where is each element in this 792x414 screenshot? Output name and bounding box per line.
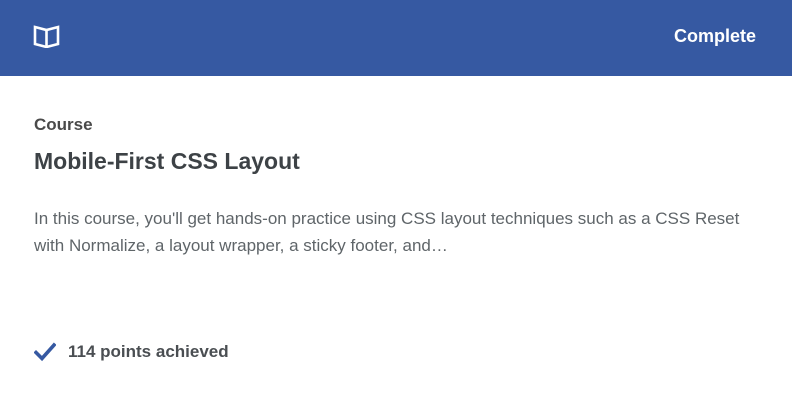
course-title[interactable]: Mobile-First CSS Layout xyxy=(34,146,300,176)
checkmark-icon xyxy=(34,342,56,362)
course-card[interactable]: Complete Course Mobile-First CSS Layout … xyxy=(0,0,792,414)
course-description: In this course, you'll get hands-on prac… xyxy=(34,209,740,255)
status-label: Complete xyxy=(673,26,756,46)
points-text: 114 points achieved xyxy=(68,342,229,361)
card-header: Complete xyxy=(0,0,792,76)
content-type-label: Course xyxy=(34,115,93,134)
open-book-icon xyxy=(33,25,60,48)
points-achieved: 114 points achieved xyxy=(34,339,229,365)
